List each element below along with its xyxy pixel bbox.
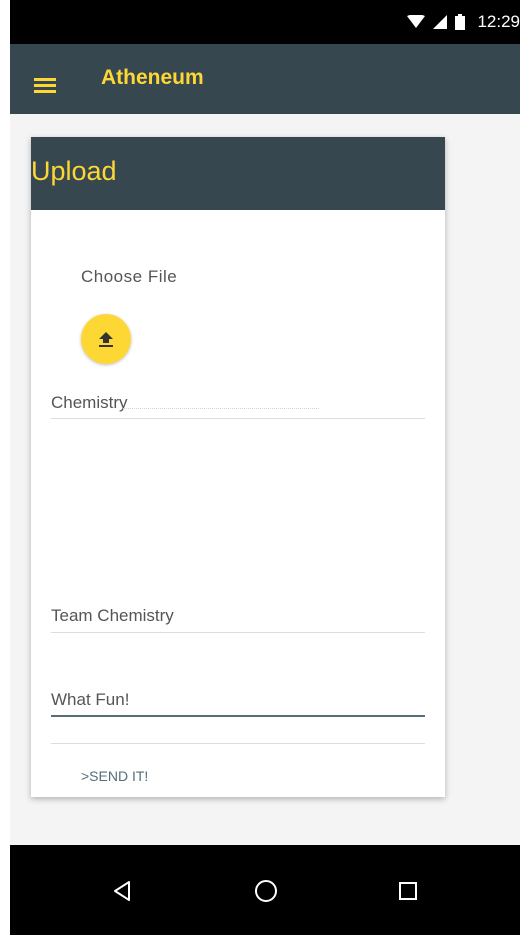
- team-field[interactable]: Team Chemistry: [51, 606, 425, 626]
- divider: [51, 743, 425, 744]
- recents-icon: [399, 882, 417, 900]
- card-title: Upload: [31, 156, 117, 186]
- send-button[interactable]: >SEND IT!: [81, 768, 148, 784]
- subject-underline: [51, 418, 425, 419]
- nav-bar: [10, 845, 520, 935]
- back-button[interactable]: [104, 873, 140, 909]
- team-underline: [51, 632, 425, 633]
- choose-file-label: Choose File: [81, 267, 178, 286]
- status-time: 12:29: [477, 12, 520, 31]
- back-icon: [114, 881, 130, 901]
- upload-card: Upload Choose File Chemistry Team Chemis…: [31, 137, 445, 797]
- battery-icon: [455, 14, 466, 30]
- comment-value: What Fun!: [51, 690, 130, 709]
- phone-screen: 12:29 Atheneum Upload Choose File Chemis…: [10, 0, 520, 935]
- status-icons: 12:29: [407, 0, 520, 44]
- menu-icon[interactable]: [34, 78, 56, 94]
- home-icon: [255, 880, 277, 902]
- app-title: Atheneum: [101, 66, 204, 89]
- subject-field[interactable]: Chemistry: [51, 393, 425, 413]
- subject-value: Chemistry: [51, 393, 128, 412]
- comment-underline: [51, 715, 425, 717]
- upload-button[interactable]: [81, 314, 131, 364]
- subject-dotted-line: [123, 408, 319, 409]
- upload-icon: [99, 332, 113, 347]
- home-button[interactable]: [248, 873, 284, 909]
- app-bar: Atheneum: [10, 44, 520, 114]
- status-bar: 12:29: [10, 0, 520, 44]
- card-header: Upload: [31, 137, 445, 210]
- comment-field[interactable]: What Fun!: [51, 690, 425, 710]
- team-value: Team Chemistry: [51, 606, 174, 625]
- recents-button[interactable]: [390, 873, 426, 909]
- wifi-icon: [407, 15, 426, 28]
- signal-icon: [433, 15, 448, 29]
